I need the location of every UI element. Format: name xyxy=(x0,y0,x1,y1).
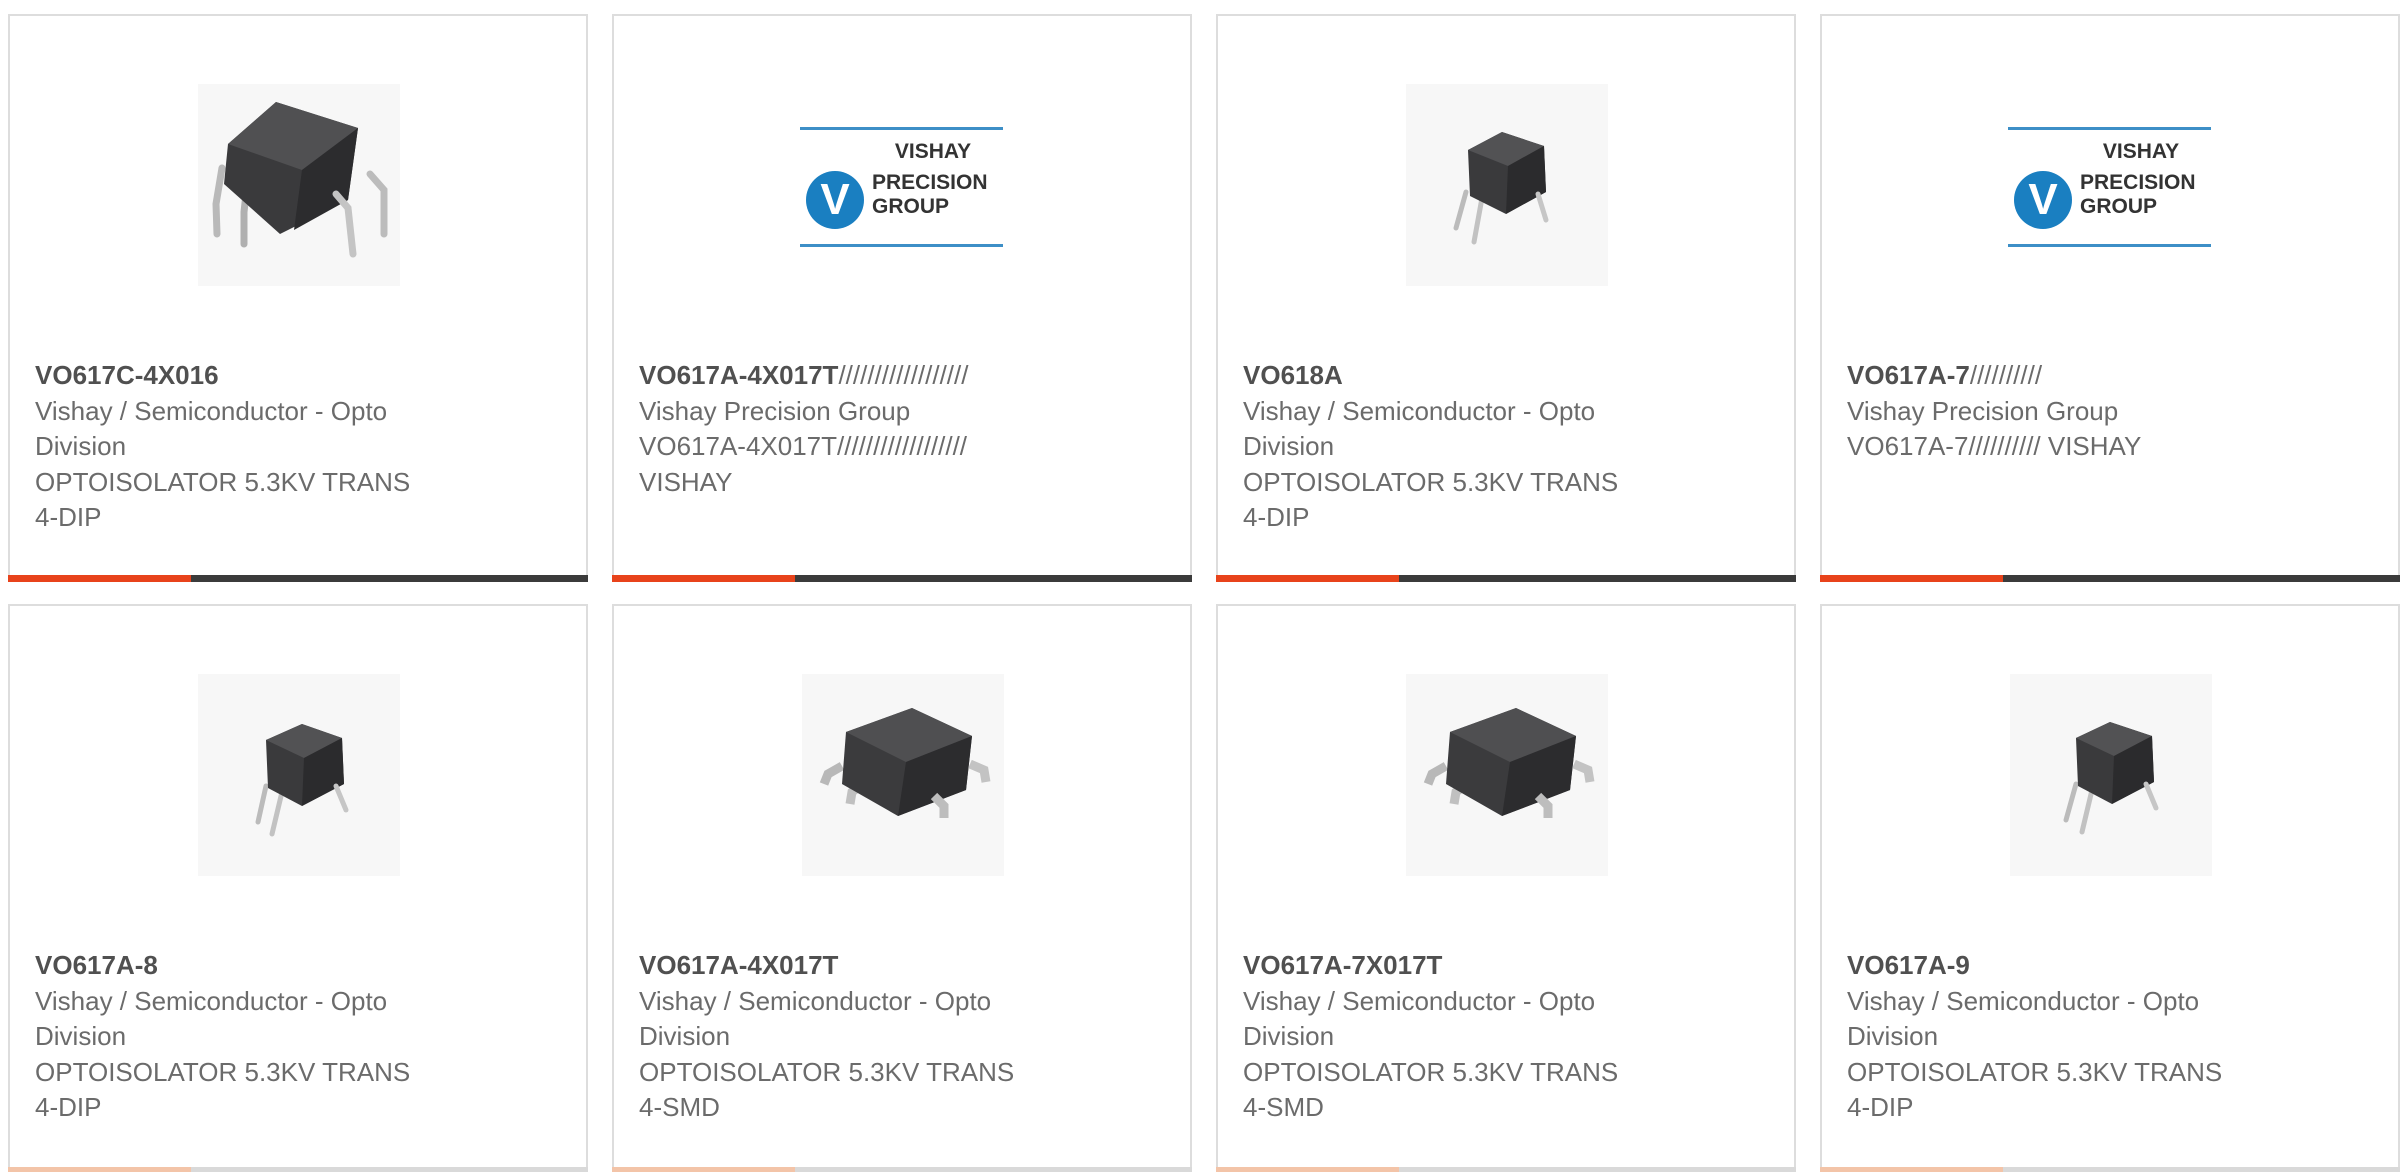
logo-text: PRECISION xyxy=(872,171,988,194)
product-grid: VO617C-4X016 Vishay / Semiconductor - Op… xyxy=(0,0,2400,1172)
product-card[interactable]: VO617C-4X016 Vishay / Semiconductor - Op… xyxy=(8,14,588,582)
logo-text: VISHAY xyxy=(2102,140,2180,163)
description: 4-DIP xyxy=(1243,502,1310,532)
card-accent xyxy=(8,1167,191,1172)
logo-rule xyxy=(800,127,1003,130)
product-info: VO617A-4X017T Vishay / Semiconductor - O… xyxy=(639,948,1059,1126)
card-accent xyxy=(612,1167,795,1172)
product-image[interactable] xyxy=(1406,84,1608,286)
logo-mark: V xyxy=(806,171,864,229)
manufacturer: Division xyxy=(35,1021,127,1051)
description: 4-DIP xyxy=(35,502,102,532)
card-accent xyxy=(1216,1167,1399,1172)
manufacturer: Division xyxy=(1243,431,1335,461)
logo-rule xyxy=(800,244,1003,247)
product-info: VO617A-7////////// Vishay Precision Grou… xyxy=(1847,358,2267,465)
card-progress-bar xyxy=(1820,575,2400,582)
description: 4-DIP xyxy=(35,1092,102,1122)
description: VISHAY xyxy=(639,466,733,497)
card-progress-bar xyxy=(8,575,588,582)
manufacturer: Vishay Precision Group xyxy=(1847,395,2119,426)
card-accent xyxy=(8,575,191,582)
product-card[interactable]: VO617A-9 Vishay / Semiconductor - Opto D… xyxy=(1820,604,2400,1172)
product-image[interactable] xyxy=(198,674,400,876)
product-card[interactable]: VO617A-4X017T Vishay / Semiconductor - O… xyxy=(612,604,1192,1172)
card-accent xyxy=(1216,575,1399,582)
description: OPTOISOLATOR 5.3KV TRANS xyxy=(639,1056,1015,1087)
product-info: VO618A Vishay / Semiconductor - Opto Div… xyxy=(1243,358,1663,536)
description: OPTOISOLATOR 5.3KV TRANS xyxy=(35,1056,411,1087)
card-progress-bar xyxy=(1216,575,1796,582)
logo-rule xyxy=(2008,244,2211,247)
card-progress-bar xyxy=(1216,1167,1796,1172)
manufacturer: Division xyxy=(639,1021,731,1051)
smd4-icon xyxy=(1423,708,1595,818)
product-card[interactable]: VO617A-7X017T Vishay / Semiconductor - O… xyxy=(1216,604,1796,1172)
description: VO617A-4X017T////////////////// xyxy=(639,431,968,461)
part-number-link[interactable]: VO617A-7////////// xyxy=(1847,358,2267,394)
part-number-link[interactable]: VO617C-4X016 xyxy=(35,358,455,394)
card-progress-bar xyxy=(8,1167,588,1172)
dip4-large-icon xyxy=(212,102,388,258)
product-card[interactable]: VO618A Vishay / Semiconductor - Opto Div… xyxy=(1216,14,1796,582)
product-card[interactable]: VISHAY V PRECISION GROUP VO617A-7///////… xyxy=(1820,14,2400,582)
card-accent xyxy=(1820,575,2003,582)
manufacturer: Division xyxy=(35,431,127,461)
manufacturer: Vishay / Semiconductor - Opto xyxy=(1243,395,1596,426)
logo-mark: V xyxy=(2014,171,2072,229)
logo-rule xyxy=(2008,127,2211,130)
dip4-small-icon xyxy=(1453,132,1549,245)
manufacturer: Vishay / Semiconductor - Opto xyxy=(639,985,992,1016)
description: OPTOISOLATOR 5.3KV TRANS xyxy=(35,466,411,497)
product-info: VO617A-4X017T////////////////// Vishay P… xyxy=(639,358,1059,500)
manufacturer: Division xyxy=(1243,1021,1335,1051)
card-progress-bar xyxy=(612,1167,1192,1172)
description: 4-DIP xyxy=(1847,1092,1914,1122)
manufacturer: Vishay / Semiconductor - Opto xyxy=(1243,985,1596,1016)
card-accent xyxy=(612,575,795,582)
dip4-small-icon xyxy=(255,724,349,837)
manufacturer: Vishay / Semiconductor - Opto xyxy=(1847,985,2200,1016)
description: 4-SMD xyxy=(639,1092,720,1122)
product-image[interactable] xyxy=(802,674,1004,876)
manufacturer: Division xyxy=(1847,1021,1939,1051)
part-number-link[interactable]: VO617A-4X017T////////////////// xyxy=(639,358,1059,394)
product-image[interactable] xyxy=(1406,674,1608,876)
description: OPTOISOLATOR 5.3KV TRANS xyxy=(1847,1056,2223,1087)
logo-text: GROUP xyxy=(872,195,950,218)
card-progress-bar xyxy=(1820,1167,2400,1172)
logo-text: PRECISION xyxy=(2080,171,2196,194)
product-card[interactable]: VO617A-8 Vishay / Semiconductor - Opto D… xyxy=(8,604,588,1172)
manufacturer: Vishay / Semiconductor - Opto xyxy=(35,985,388,1016)
manufacturer: Vishay / Semiconductor - Opto xyxy=(35,395,388,426)
product-info: VO617A-8 Vishay / Semiconductor - Opto D… xyxy=(35,948,455,1126)
product-image[interactable] xyxy=(198,84,400,286)
description: 4-SMD xyxy=(1243,1092,1324,1122)
description: VO617A-7////////// VISHAY xyxy=(1847,431,2142,461)
description: OPTOISOLATOR 5.3KV TRANS xyxy=(1243,466,1619,497)
product-image[interactable] xyxy=(2010,674,2212,876)
product-info: VO617A-9 Vishay / Semiconductor - Opto D… xyxy=(1847,948,2267,1126)
card-accent xyxy=(1820,1167,2003,1172)
vishay-precision-group-logo[interactable]: VISHAY V PRECISION GROUP xyxy=(800,126,1003,248)
logo-text: GROUP xyxy=(2080,195,2158,218)
manufacturer: Vishay Precision Group xyxy=(639,395,911,426)
part-number-link[interactable]: VO617A-4X017T xyxy=(639,948,1059,984)
part-number-link[interactable]: VO617A-7X017T xyxy=(1243,948,1663,984)
product-info: VO617A-7X017T Vishay / Semiconductor - O… xyxy=(1243,948,1663,1126)
part-number-link[interactable]: VO617A-9 xyxy=(1847,948,2267,984)
product-card[interactable]: VISHAY V PRECISION GROUP VO617A-4X017T//… xyxy=(612,14,1192,582)
part-number-link[interactable]: VO617A-8 xyxy=(35,948,455,984)
product-info: VO617C-4X016 Vishay / Semiconductor - Op… xyxy=(35,358,455,536)
smd4-icon xyxy=(819,708,991,818)
card-progress-bar xyxy=(612,575,1192,582)
dip4-small-icon xyxy=(2063,722,2159,835)
logo-text: VISHAY xyxy=(894,140,972,163)
part-number-link[interactable]: VO618A xyxy=(1243,358,1663,394)
vishay-precision-group-logo[interactable]: VISHAY V PRECISION GROUP xyxy=(2008,126,2211,248)
description: OPTOISOLATOR 5.3KV TRANS xyxy=(1243,1056,1619,1087)
